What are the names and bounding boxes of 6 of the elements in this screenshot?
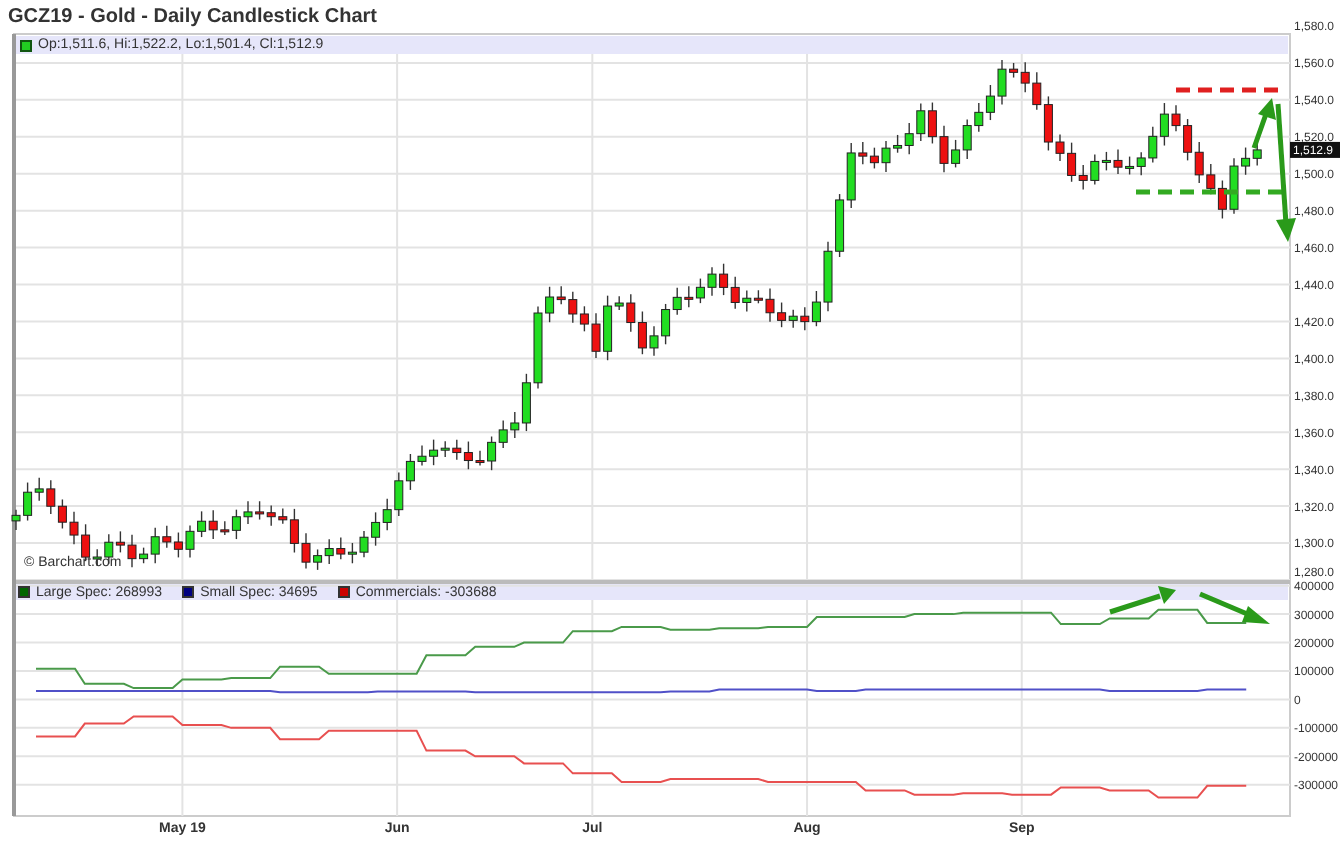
up-arrow-icon	[1251, 98, 1276, 149]
rising-arrow-icon	[1109, 586, 1176, 615]
down-arrow-icon	[1275, 103, 1296, 242]
falling-arrow-icon	[1199, 591, 1270, 624]
resistance-line	[1176, 87, 1280, 93]
chart-title: GCZ19 - Gold - Daily Candlestick Chart	[8, 7, 377, 27]
